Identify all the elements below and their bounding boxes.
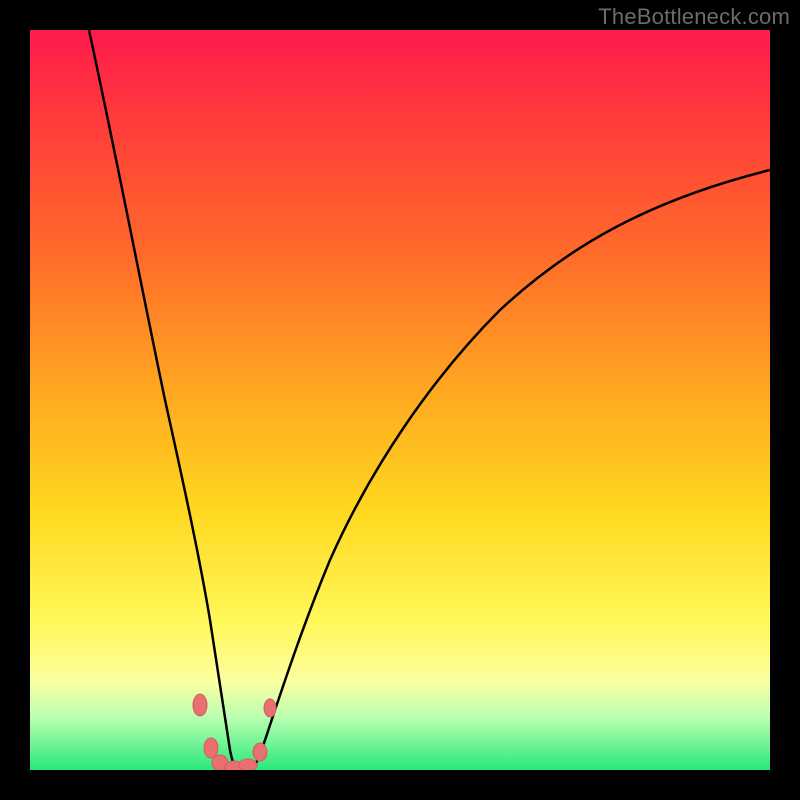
left-curve — [89, 30, 237, 770]
chart-svg — [30, 30, 770, 770]
valley-marker — [264, 699, 276, 717]
valley-marker — [193, 694, 207, 716]
right-curve — [252, 170, 770, 770]
watermark-text: TheBottleneck.com — [598, 4, 790, 30]
valley-marker — [239, 759, 257, 770]
valley-marker — [253, 743, 267, 761]
outer-frame: TheBottleneck.com — [0, 0, 800, 800]
valley-marker — [204, 738, 218, 758]
